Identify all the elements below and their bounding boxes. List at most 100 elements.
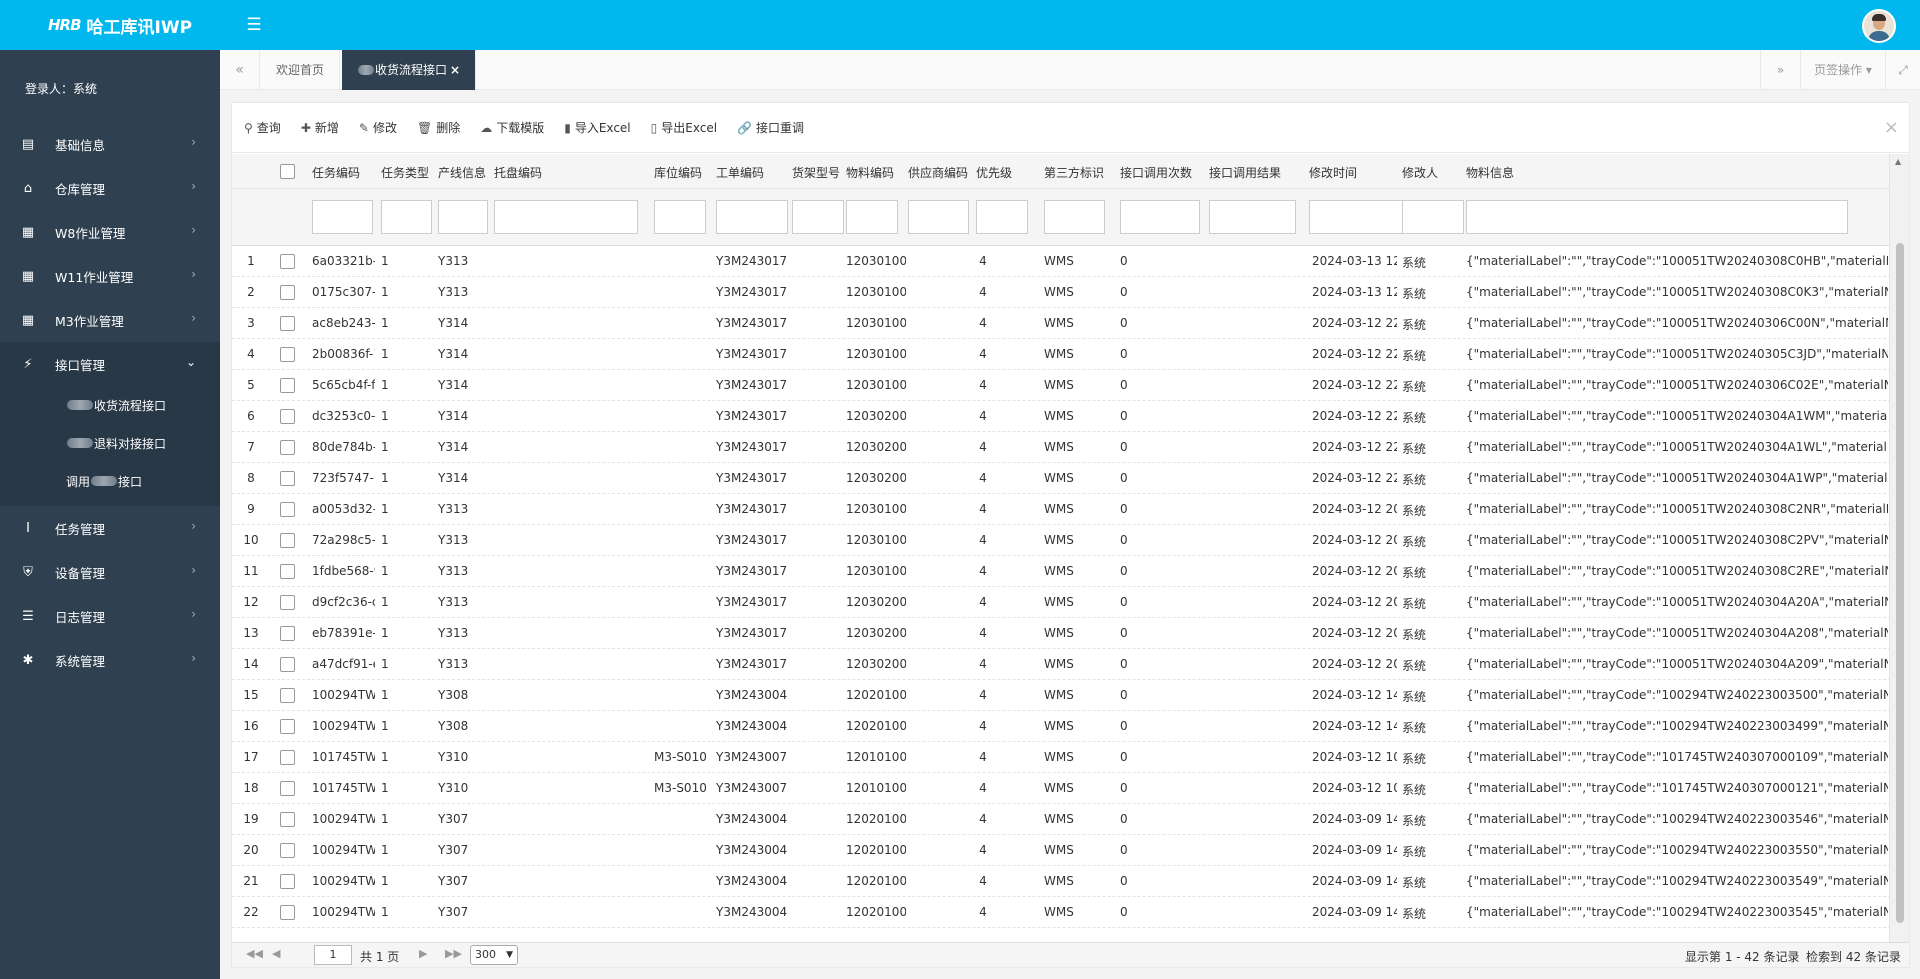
fullscreen-icon[interactable]: ⤢ — [1885, 50, 1920, 90]
table-row[interactable]: 9 a0053d32-c 1 Y313 Y3M243017 12030100 4 WMS 0 20… — [232, 494, 1891, 525]
tab-scroll-left-icon[interactable]: « — [220, 50, 260, 90]
row-checkbox[interactable] — [280, 812, 295, 827]
column-header[interactable]: 托盘编码 — [494, 164, 542, 181]
table-row[interactable]: 4 2b00836f-1 1 Y314 Y3M243017 12030100 4 WMS 0 20… — [232, 339, 1891, 370]
last-page-icon[interactable]: ▶▶ — [445, 947, 462, 960]
row-checkbox[interactable] — [280, 905, 295, 920]
user-avatar[interactable] — [1862, 9, 1896, 43]
filter-input[interactable] — [381, 200, 432, 234]
sidebar-item-interface[interactable]: ⚡ 接口管理 ⌄ — [0, 342, 220, 386]
filter-input[interactable] — [716, 200, 788, 234]
filter-input[interactable] — [792, 200, 844, 234]
filter-input[interactable] — [654, 200, 706, 234]
filter-input[interactable] — [494, 200, 638, 234]
filter-input[interactable] — [846, 200, 898, 234]
filter-input[interactable] — [438, 200, 488, 234]
row-checkbox[interactable] — [280, 347, 295, 362]
scroll-up-icon[interactable]: ▲ — [1895, 157, 1901, 166]
query-button[interactable]: ⚲ 查询 — [244, 119, 281, 136]
row-checkbox[interactable] — [280, 471, 295, 486]
table-row[interactable]: 13 eb78391e-a 1 Y313 Y3M243017 12030200 4 WMS 0 2… — [232, 618, 1891, 649]
column-header[interactable]: 任务类型 — [381, 164, 429, 181]
close-icon[interactable]: × — [1884, 117, 1899, 138]
page-size-select[interactable]: 300 ▼ — [470, 945, 518, 965]
row-checkbox[interactable] — [280, 595, 295, 610]
row-checkbox[interactable] — [280, 502, 295, 517]
hamburger-icon[interactable]: ☰ — [243, 13, 265, 37]
table-row[interactable]: 3 ac8eb243-9 1 Y314 Y3M243017 12030100 4 WMS 0 20… — [232, 308, 1891, 339]
row-checkbox[interactable] — [280, 750, 295, 765]
row-checkbox[interactable] — [280, 533, 295, 548]
add-button[interactable]: ✚ 新增 — [301, 119, 339, 136]
filter-input[interactable] — [1402, 200, 1464, 234]
sidebar-item-w11[interactable]: ▦ W11作业管理 › — [0, 254, 220, 298]
table-row[interactable]: 12 d9cf2c36-cf 1 Y313 Y3M243017 12030200 4 WMS 0… — [232, 587, 1891, 618]
close-icon[interactable]: × — [450, 63, 460, 77]
submenu-item-return[interactable]: 退料对接接口 — [0, 424, 220, 462]
next-page-icon[interactable]: ▶ — [419, 947, 427, 960]
sidebar-item-system[interactable]: ✱ 系统管理 › — [0, 638, 220, 682]
table-row[interactable]: 7 80de784b-7 1 Y314 Y3M243017 12030200 4 WMS 0 20… — [232, 432, 1891, 463]
select-all-checkbox[interactable] — [280, 164, 295, 179]
column-header[interactable]: 工单编码 — [716, 164, 764, 181]
scrollbar-thumb[interactable] — [1896, 243, 1904, 923]
column-header[interactable]: 接口调用结果 — [1209, 164, 1281, 181]
download-template-button[interactable]: ☁ 下载模版 — [480, 119, 544, 136]
row-checkbox[interactable] — [280, 626, 295, 641]
column-header[interactable]: 修改时间 — [1309, 164, 1357, 181]
table-row[interactable]: 20 100294TW2 1 Y307 Y3M243004 12020100 4 WMS 0 20… — [232, 835, 1891, 866]
column-header[interactable]: 第三方标识 — [1044, 164, 1104, 181]
column-header[interactable]: 修改人 — [1402, 164, 1438, 181]
column-header[interactable]: 产线信息 — [438, 164, 486, 181]
table-row[interactable]: 15 100294TW2 1 Y308 Y3M243004 12020100 4 WMS 0 20… — [232, 680, 1891, 711]
table-row[interactable]: 16 100294TW2 1 Y308 Y3M243004 12020100 4 WMS 0 20… — [232, 711, 1891, 742]
tab-scroll-right-icon[interactable]: » — [1760, 50, 1800, 90]
row-checkbox[interactable] — [280, 781, 295, 796]
filter-input[interactable] — [976, 200, 1028, 234]
column-header[interactable]: 物料信息 — [1466, 164, 1514, 181]
import-excel-button[interactable]: ▮ 导入Excel — [564, 119, 630, 136]
sidebar-item-w8[interactable]: ▦ W8作业管理 › — [0, 210, 220, 254]
sidebar-item-basic-info[interactable]: ▤ 基础信息 › — [0, 122, 220, 166]
delete-button[interactable]: 🗑 删除 — [417, 119, 460, 136]
vertical-scrollbar[interactable]: ▲ — [1889, 154, 1909, 944]
table-row[interactable]: 18 101745TW2 1 Y310 M3-S010 Y3M243007 12010100… — [232, 773, 1891, 804]
column-header[interactable]: 任务编码 — [312, 164, 360, 181]
filter-input[interactable] — [1044, 200, 1105, 234]
filter-input[interactable] — [312, 200, 373, 234]
filter-input[interactable] — [1466, 200, 1848, 234]
retry-interface-button[interactable]: 🔗 接口重调 — [737, 119, 804, 136]
prev-page-icon[interactable]: ◀ — [272, 947, 280, 960]
filter-input[interactable] — [1209, 200, 1296, 234]
table-row[interactable]: 11 1fdbe568-9 1 Y313 Y3M243017 12030100 4 WMS 0 2… — [232, 556, 1891, 587]
sidebar-item-m3[interactable]: ▦ M3作业管理 › — [0, 298, 220, 342]
table-row[interactable]: 14 a47dcf91-e 1 Y313 Y3M243017 12030200 4 WMS 0 2… — [232, 649, 1891, 680]
row-checkbox[interactable] — [280, 440, 295, 455]
table-row[interactable]: 10 72a298c5-5 1 Y313 Y3M243017 12030100 4 WMS 0 2… — [232, 525, 1891, 556]
sidebar-item-task[interactable]: I 任务管理 › — [0, 506, 220, 550]
table-row[interactable]: 21 100294TW2 1 Y307 Y3M243004 12020100 4 WMS 0 20… — [232, 866, 1891, 897]
sidebar-item-warehouse[interactable]: ⌂ 仓库管理 › — [0, 166, 220, 210]
row-checkbox[interactable] — [280, 254, 295, 269]
row-checkbox[interactable] — [280, 843, 295, 858]
row-checkbox[interactable] — [280, 316, 295, 331]
column-header[interactable]: 接口调用次数 — [1120, 164, 1192, 181]
page-ops-dropdown[interactable]: 页签操作 ▾ — [1800, 50, 1885, 90]
page-number-input[interactable]: 1 — [314, 945, 352, 965]
row-checkbox[interactable] — [280, 378, 295, 393]
row-checkbox[interactable] — [280, 874, 295, 889]
sidebar-item-log[interactable]: ☰ 日志管理 › — [0, 594, 220, 638]
first-page-icon[interactable]: ◀◀ — [246, 947, 263, 960]
table-row[interactable]: 22 100294TW2 1 Y307 Y3M243004 12020100 4 WMS 0 20… — [232, 897, 1891, 928]
table-row[interactable]: 1 6a03321b-a 1 Y313 Y3M243017 12030100 4 WMS 0 20… — [232, 246, 1891, 277]
column-header[interactable]: 优先级 — [976, 164, 1012, 181]
row-checkbox[interactable] — [280, 409, 295, 424]
table-row[interactable]: 17 101745TW2 1 Y310 M3-S010 Y3M243007 12010100… — [232, 742, 1891, 773]
edit-button[interactable]: ✎ 修改 — [359, 119, 397, 136]
table-row[interactable]: 8 723f5747-2 1 Y314 Y3M243017 12030200 4 WMS 0 20… — [232, 463, 1891, 494]
tab-receiving-interface[interactable]: 收货流程接口 × — [342, 50, 477, 90]
column-header[interactable]: 库位编码 — [654, 164, 702, 181]
tab-welcome[interactable]: 欢迎首页 — [261, 50, 341, 90]
column-header[interactable]: 物料编码 — [846, 164, 894, 181]
submenu-item-call[interactable]: 调用 接口 — [0, 462, 220, 500]
